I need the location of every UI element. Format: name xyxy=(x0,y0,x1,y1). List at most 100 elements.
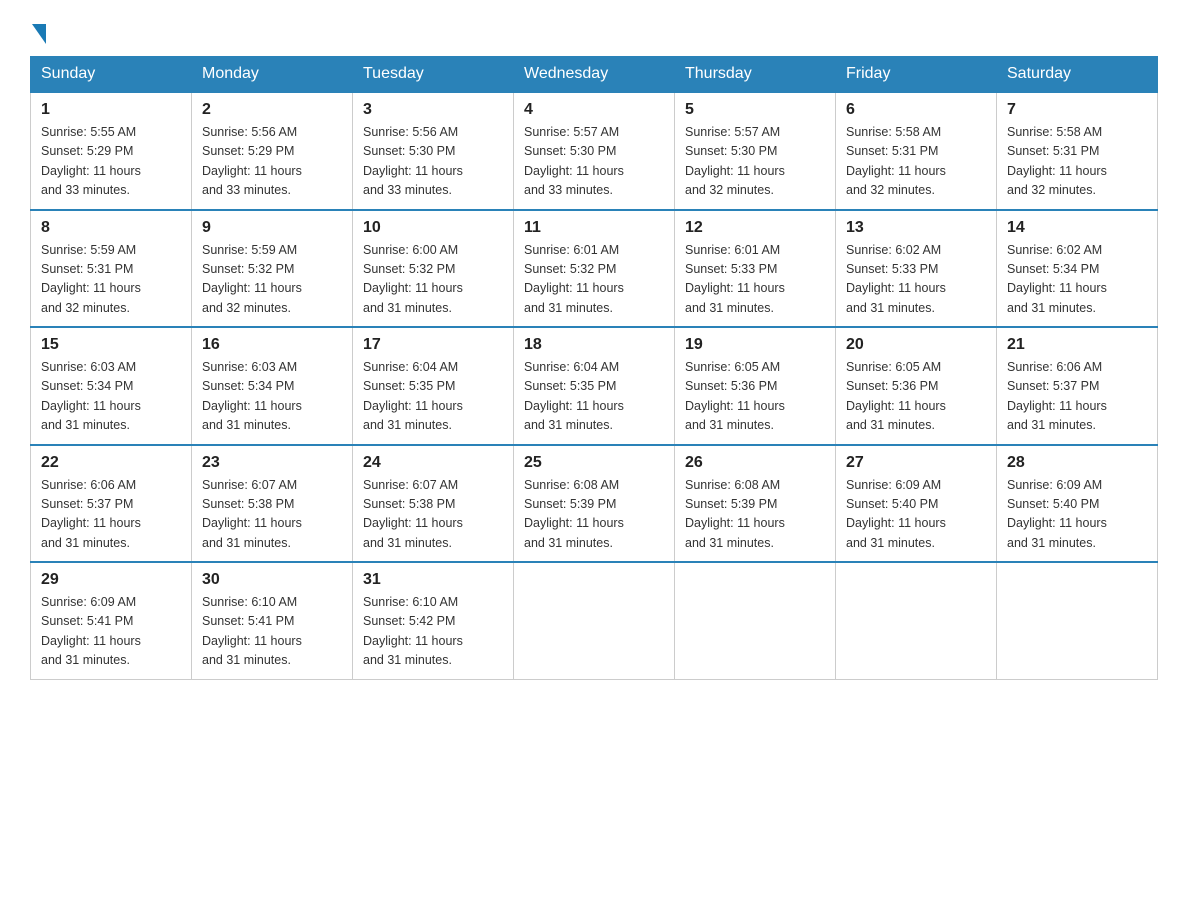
calendar-cell: 26 Sunrise: 6:08 AMSunset: 5:39 PMDaylig… xyxy=(675,445,836,563)
day-info: Sunrise: 6:09 AMSunset: 5:40 PMDaylight:… xyxy=(1007,476,1147,554)
day-info: Sunrise: 5:59 AMSunset: 5:32 PMDaylight:… xyxy=(202,241,342,319)
weekday-header-thursday: Thursday xyxy=(675,57,836,93)
day-number: 19 xyxy=(685,336,825,354)
calendar-week-4: 22 Sunrise: 6:06 AMSunset: 5:37 PMDaylig… xyxy=(31,445,1158,563)
calendar-week-3: 15 Sunrise: 6:03 AMSunset: 5:34 PMDaylig… xyxy=(31,327,1158,445)
day-info: Sunrise: 6:03 AMSunset: 5:34 PMDaylight:… xyxy=(41,358,181,436)
calendar-cell: 5 Sunrise: 5:57 AMSunset: 5:30 PMDayligh… xyxy=(675,92,836,210)
day-number: 29 xyxy=(41,571,181,589)
calendar-header-row: SundayMondayTuesdayWednesdayThursdayFrid… xyxy=(31,57,1158,93)
day-number: 26 xyxy=(685,454,825,472)
calendar-cell: 14 Sunrise: 6:02 AMSunset: 5:34 PMDaylig… xyxy=(997,210,1158,328)
day-info: Sunrise: 6:01 AMSunset: 5:32 PMDaylight:… xyxy=(524,241,664,319)
calendar-cell: 8 Sunrise: 5:59 AMSunset: 5:31 PMDayligh… xyxy=(31,210,192,328)
day-info: Sunrise: 6:09 AMSunset: 5:40 PMDaylight:… xyxy=(846,476,986,554)
day-info: Sunrise: 6:04 AMSunset: 5:35 PMDaylight:… xyxy=(363,358,503,436)
day-number: 7 xyxy=(1007,101,1147,119)
day-info: Sunrise: 6:10 AMSunset: 5:41 PMDaylight:… xyxy=(202,593,342,671)
calendar-week-5: 29 Sunrise: 6:09 AMSunset: 5:41 PMDaylig… xyxy=(31,562,1158,679)
calendar-week-2: 8 Sunrise: 5:59 AMSunset: 5:31 PMDayligh… xyxy=(31,210,1158,328)
day-number: 10 xyxy=(363,219,503,237)
calendar-body: 1 Sunrise: 5:55 AMSunset: 5:29 PMDayligh… xyxy=(31,92,1158,679)
calendar-cell: 7 Sunrise: 5:58 AMSunset: 5:31 PMDayligh… xyxy=(997,92,1158,210)
day-number: 15 xyxy=(41,336,181,354)
day-number: 11 xyxy=(524,219,664,237)
day-number: 27 xyxy=(846,454,986,472)
day-info: Sunrise: 5:56 AMSunset: 5:29 PMDaylight:… xyxy=(202,123,342,201)
day-number: 16 xyxy=(202,336,342,354)
day-number: 20 xyxy=(846,336,986,354)
calendar-cell: 29 Sunrise: 6:09 AMSunset: 5:41 PMDaylig… xyxy=(31,562,192,679)
day-info: Sunrise: 5:58 AMSunset: 5:31 PMDaylight:… xyxy=(846,123,986,201)
day-number: 9 xyxy=(202,219,342,237)
day-number: 12 xyxy=(685,219,825,237)
calendar-cell: 21 Sunrise: 6:06 AMSunset: 5:37 PMDaylig… xyxy=(997,327,1158,445)
calendar-cell: 9 Sunrise: 5:59 AMSunset: 5:32 PMDayligh… xyxy=(192,210,353,328)
logo-arrow-icon xyxy=(32,24,46,44)
day-info: Sunrise: 5:57 AMSunset: 5:30 PMDaylight:… xyxy=(524,123,664,201)
day-info: Sunrise: 6:07 AMSunset: 5:38 PMDaylight:… xyxy=(363,476,503,554)
calendar-cell: 22 Sunrise: 6:06 AMSunset: 5:37 PMDaylig… xyxy=(31,445,192,563)
weekday-header-friday: Friday xyxy=(836,57,997,93)
calendar-cell: 25 Sunrise: 6:08 AMSunset: 5:39 PMDaylig… xyxy=(514,445,675,563)
weekday-header-monday: Monday xyxy=(192,57,353,93)
calendar-cell: 18 Sunrise: 6:04 AMSunset: 5:35 PMDaylig… xyxy=(514,327,675,445)
day-number: 1 xyxy=(41,101,181,119)
calendar-cell: 31 Sunrise: 6:10 AMSunset: 5:42 PMDaylig… xyxy=(353,562,514,679)
day-info: Sunrise: 6:08 AMSunset: 5:39 PMDaylight:… xyxy=(685,476,825,554)
day-info: Sunrise: 5:59 AMSunset: 5:31 PMDaylight:… xyxy=(41,241,181,319)
day-number: 25 xyxy=(524,454,664,472)
day-number: 30 xyxy=(202,571,342,589)
calendar-cell xyxy=(675,562,836,679)
calendar-cell: 3 Sunrise: 5:56 AMSunset: 5:30 PMDayligh… xyxy=(353,92,514,210)
calendar-cell: 2 Sunrise: 5:56 AMSunset: 5:29 PMDayligh… xyxy=(192,92,353,210)
day-number: 24 xyxy=(363,454,503,472)
calendar-cell xyxy=(997,562,1158,679)
calendar-cell: 15 Sunrise: 6:03 AMSunset: 5:34 PMDaylig… xyxy=(31,327,192,445)
day-info: Sunrise: 6:09 AMSunset: 5:41 PMDaylight:… xyxy=(41,593,181,671)
day-info: Sunrise: 5:58 AMSunset: 5:31 PMDaylight:… xyxy=(1007,123,1147,201)
day-number: 28 xyxy=(1007,454,1147,472)
day-info: Sunrise: 5:56 AMSunset: 5:30 PMDaylight:… xyxy=(363,123,503,201)
day-number: 4 xyxy=(524,101,664,119)
day-number: 13 xyxy=(846,219,986,237)
page-header xyxy=(30,20,1158,38)
calendar-cell: 28 Sunrise: 6:09 AMSunset: 5:40 PMDaylig… xyxy=(997,445,1158,563)
day-info: Sunrise: 6:08 AMSunset: 5:39 PMDaylight:… xyxy=(524,476,664,554)
weekday-header-sunday: Sunday xyxy=(31,57,192,93)
day-number: 17 xyxy=(363,336,503,354)
calendar-cell: 20 Sunrise: 6:05 AMSunset: 5:36 PMDaylig… xyxy=(836,327,997,445)
logo xyxy=(30,20,62,38)
day-number: 2 xyxy=(202,101,342,119)
calendar-cell: 10 Sunrise: 6:00 AMSunset: 5:32 PMDaylig… xyxy=(353,210,514,328)
day-info: Sunrise: 6:03 AMSunset: 5:34 PMDaylight:… xyxy=(202,358,342,436)
day-number: 8 xyxy=(41,219,181,237)
calendar-cell xyxy=(836,562,997,679)
day-number: 21 xyxy=(1007,336,1147,354)
calendar-cell: 12 Sunrise: 6:01 AMSunset: 5:33 PMDaylig… xyxy=(675,210,836,328)
day-number: 22 xyxy=(41,454,181,472)
calendar-table: SundayMondayTuesdayWednesdayThursdayFrid… xyxy=(30,56,1158,680)
day-info: Sunrise: 6:10 AMSunset: 5:42 PMDaylight:… xyxy=(363,593,503,671)
day-info: Sunrise: 6:04 AMSunset: 5:35 PMDaylight:… xyxy=(524,358,664,436)
day-number: 3 xyxy=(363,101,503,119)
calendar-cell: 16 Sunrise: 6:03 AMSunset: 5:34 PMDaylig… xyxy=(192,327,353,445)
day-info: Sunrise: 6:02 AMSunset: 5:34 PMDaylight:… xyxy=(1007,241,1147,319)
day-info: Sunrise: 6:07 AMSunset: 5:38 PMDaylight:… xyxy=(202,476,342,554)
calendar-cell: 23 Sunrise: 6:07 AMSunset: 5:38 PMDaylig… xyxy=(192,445,353,563)
calendar-cell: 27 Sunrise: 6:09 AMSunset: 5:40 PMDaylig… xyxy=(836,445,997,563)
calendar-cell: 19 Sunrise: 6:05 AMSunset: 5:36 PMDaylig… xyxy=(675,327,836,445)
weekday-header-wednesday: Wednesday xyxy=(514,57,675,93)
day-info: Sunrise: 6:06 AMSunset: 5:37 PMDaylight:… xyxy=(41,476,181,554)
day-number: 18 xyxy=(524,336,664,354)
day-info: Sunrise: 6:06 AMSunset: 5:37 PMDaylight:… xyxy=(1007,358,1147,436)
day-number: 5 xyxy=(685,101,825,119)
calendar-cell: 1 Sunrise: 5:55 AMSunset: 5:29 PMDayligh… xyxy=(31,92,192,210)
day-info: Sunrise: 6:05 AMSunset: 5:36 PMDaylight:… xyxy=(685,358,825,436)
calendar-cell: 17 Sunrise: 6:04 AMSunset: 5:35 PMDaylig… xyxy=(353,327,514,445)
calendar-cell: 24 Sunrise: 6:07 AMSunset: 5:38 PMDaylig… xyxy=(353,445,514,563)
day-info: Sunrise: 5:57 AMSunset: 5:30 PMDaylight:… xyxy=(685,123,825,201)
calendar-cell: 11 Sunrise: 6:01 AMSunset: 5:32 PMDaylig… xyxy=(514,210,675,328)
day-number: 31 xyxy=(363,571,503,589)
day-number: 14 xyxy=(1007,219,1147,237)
